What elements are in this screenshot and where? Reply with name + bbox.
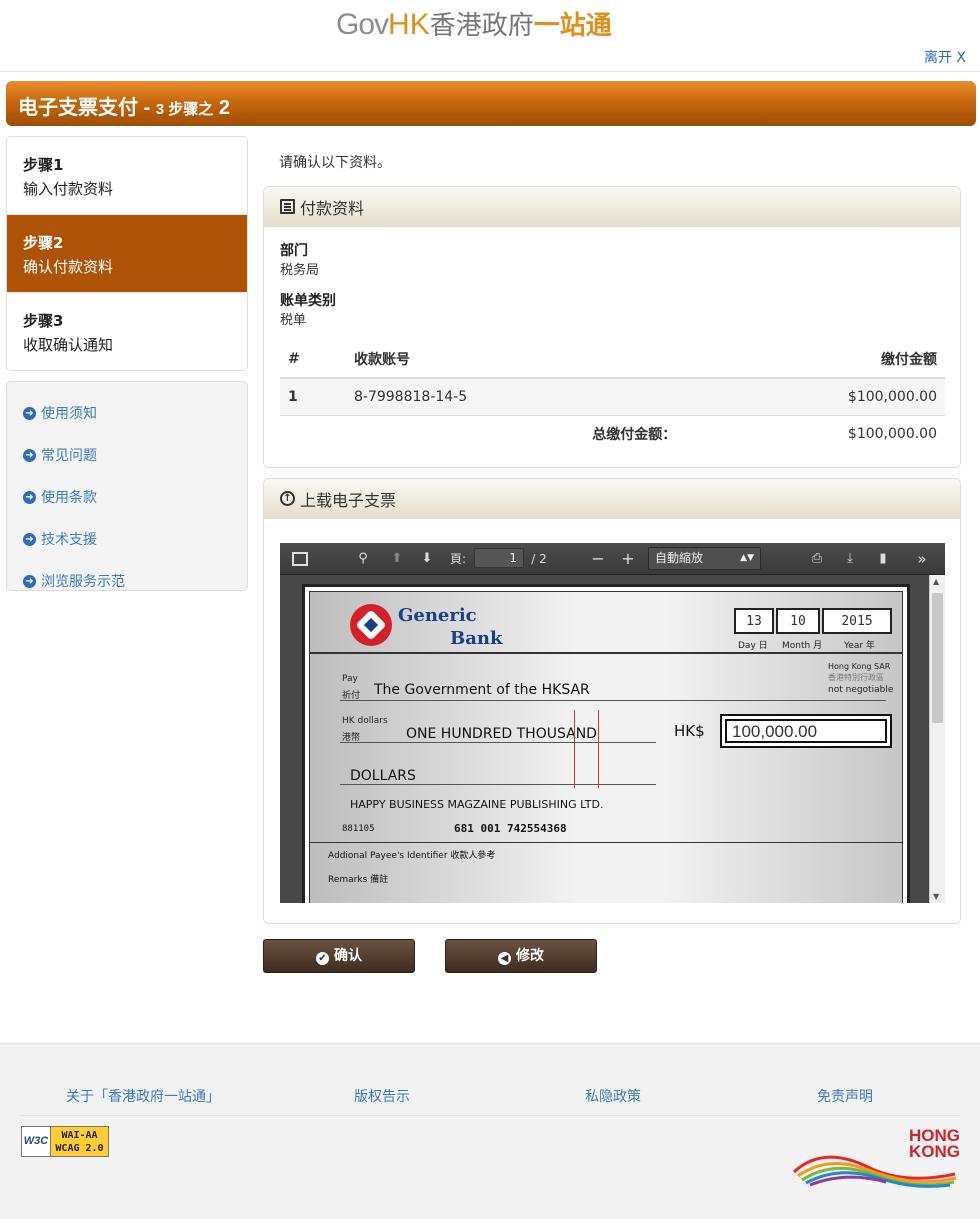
zoom-in-icon[interactable]: + xyxy=(620,551,636,567)
list-icon xyxy=(280,199,295,214)
link-usage-notes[interactable]: ➜ 使用须知 xyxy=(7,392,247,434)
upload-cheque-heading: ↑ 上载电子支票 xyxy=(264,479,960,519)
cheque-amount-box: 100,000.00 xyxy=(720,714,892,748)
upload-arrow-icon: ↑ xyxy=(280,491,295,506)
scroll-up-icon[interactable]: ▲ xyxy=(933,577,939,586)
bookmark-icon[interactable]: ▮ xyxy=(876,551,890,567)
page-number-input[interactable]: 1 xyxy=(474,548,524,568)
link-terms[interactable]: ➜ 使用条款 xyxy=(7,476,247,518)
footer-links: 关于「香港政府一站通」 版权告示 私隐政策 免责声明 xyxy=(20,1086,960,1116)
site-header: GovHK香港政府一站通 离开 X xyxy=(0,0,980,72)
pdf-toolbar: ⚲ ⬆ ⬇ 頁: 1 / 2 − + 自動縮放 ▲▼ ⎙ ⤓ ▮ » xyxy=(280,543,945,575)
w3c-wcag-badge[interactable]: W3C WAI-AA WCAG 2.0 xyxy=(21,1126,109,1157)
modify-button[interactable]: ◀ 修改 xyxy=(445,939,597,973)
print-icon[interactable]: ⎙ xyxy=(808,551,826,567)
dragon-ribbon-icon xyxy=(792,1155,957,1188)
step-2-active: 步骤2 确认付款资料 xyxy=(7,215,247,293)
check-icon: ✔ xyxy=(316,952,329,965)
select-arrows-icon: ▲▼ xyxy=(740,553,754,563)
department-field: 部门 税务局 xyxy=(280,243,320,278)
site-footer: 关于「香港政府一站通」 版权告示 私隐政策 免责声明 W3C WAI-AA WCA… xyxy=(0,1043,980,1219)
confirm-button[interactable]: ✔ 确认 xyxy=(263,939,415,973)
more-tools-icon[interactable]: » xyxy=(912,551,932,567)
step-3: 步骤3 收取确认通知 xyxy=(23,312,114,354)
link-faq[interactable]: ➜ 常见问题 xyxy=(7,434,247,476)
step-list: 步骤1 输入付款资料 步骤2 确认付款资料 步骤3 收取确认通知 xyxy=(6,136,248,371)
arrow-right-icon: ➜ xyxy=(23,406,36,420)
footer-link-about[interactable]: 关于「香港政府一站通」 xyxy=(66,1086,220,1106)
footer-link-copyright[interactable]: 版权告示 xyxy=(354,1086,410,1106)
zoom-select[interactable]: 自動縮放 ▲▼ xyxy=(648,547,761,570)
arrow-right-icon: ➜ xyxy=(23,490,36,504)
page-title: 电子支票支付 - 3 步骤之 2 xyxy=(18,97,230,119)
brand-hong-kong-logo: HONG KONG xyxy=(790,1127,960,1188)
govhk-logo[interactable]: GovHK香港政府一站通 xyxy=(336,6,612,44)
pdf-scrollbar[interactable]: ▲ ▼ xyxy=(929,575,945,903)
cheque-page: Generic Bank 13 10 2015 Day 日 Month 月 Ye… xyxy=(302,584,910,903)
footer-link-privacy[interactable]: 私隐政策 xyxy=(585,1086,641,1106)
payment-info-panel: 付款资料 部门 税务局 账单类别 税单 # 收款账号 缴付金额 1 8-7998… xyxy=(263,186,961,468)
scroll-thumb[interactable] xyxy=(932,593,943,723)
arrow-right-icon: ➜ xyxy=(23,532,36,546)
sidebar-toggle-icon[interactable] xyxy=(292,552,308,566)
next-page-icon[interactable]: ⬇ xyxy=(418,551,436,567)
intro-text: 请确认以下资料。 xyxy=(279,155,391,171)
arrow-right-icon: ➜ xyxy=(23,448,36,462)
help-links: ➜ 使用须知 ➜ 常见问题 ➜ 使用条款 ➜ 技术支援 ➜ 浏览服务示范 xyxy=(6,381,248,591)
previous-page-icon[interactable]: ⬆ xyxy=(388,551,406,567)
total-row: 总缴付金额： $100,000.00 xyxy=(592,425,937,443)
table-header: # 收款账号 缴付金额 xyxy=(280,340,945,379)
step-1: 步骤1 输入付款资料 xyxy=(7,137,247,215)
payment-info-heading: 付款资料 xyxy=(264,187,960,227)
bill-type-field: 账单类别 税单 xyxy=(280,293,336,328)
scroll-down-icon[interactable]: ▼ xyxy=(933,892,939,901)
table-row: 1 8-7998818-14-5 $100,000.00 xyxy=(280,378,945,416)
exit-link[interactable]: 离开 X xyxy=(924,47,966,67)
footer-link-disclaimer[interactable]: 免责声明 xyxy=(817,1086,873,1106)
link-demo[interactable]: ➜ 浏览服务示范 xyxy=(7,560,247,602)
upload-cheque-panel: ↑ 上载电子支票 ⚲ ⬆ ⬇ 頁: 1 / 2 − + 自動縮放 ▲▼ ⎙ ⤓ ▮… xyxy=(263,478,961,924)
download-icon[interactable]: ⤓ xyxy=(842,551,858,567)
link-tech-support[interactable]: ➜ 技术支援 xyxy=(7,518,247,560)
bank-logo-icon xyxy=(350,604,392,646)
arrow-right-icon: ➜ xyxy=(23,574,36,588)
back-arrow-icon: ◀ xyxy=(498,952,511,965)
search-icon[interactable]: ⚲ xyxy=(355,551,371,567)
payment-table: # 收款账号 缴付金额 1 8-7998818-14-5 $100,000.00… xyxy=(280,340,945,452)
pdf-viewer[interactable]: ⚲ ⬆ ⬇ 頁: 1 / 2 − + 自動縮放 ▲▼ ⎙ ⤓ ▮ » Generi… xyxy=(280,543,945,903)
zoom-out-icon[interactable]: − xyxy=(590,551,606,567)
page-title-bar: 电子支票支付 - 3 步骤之 2 xyxy=(6,81,976,126)
